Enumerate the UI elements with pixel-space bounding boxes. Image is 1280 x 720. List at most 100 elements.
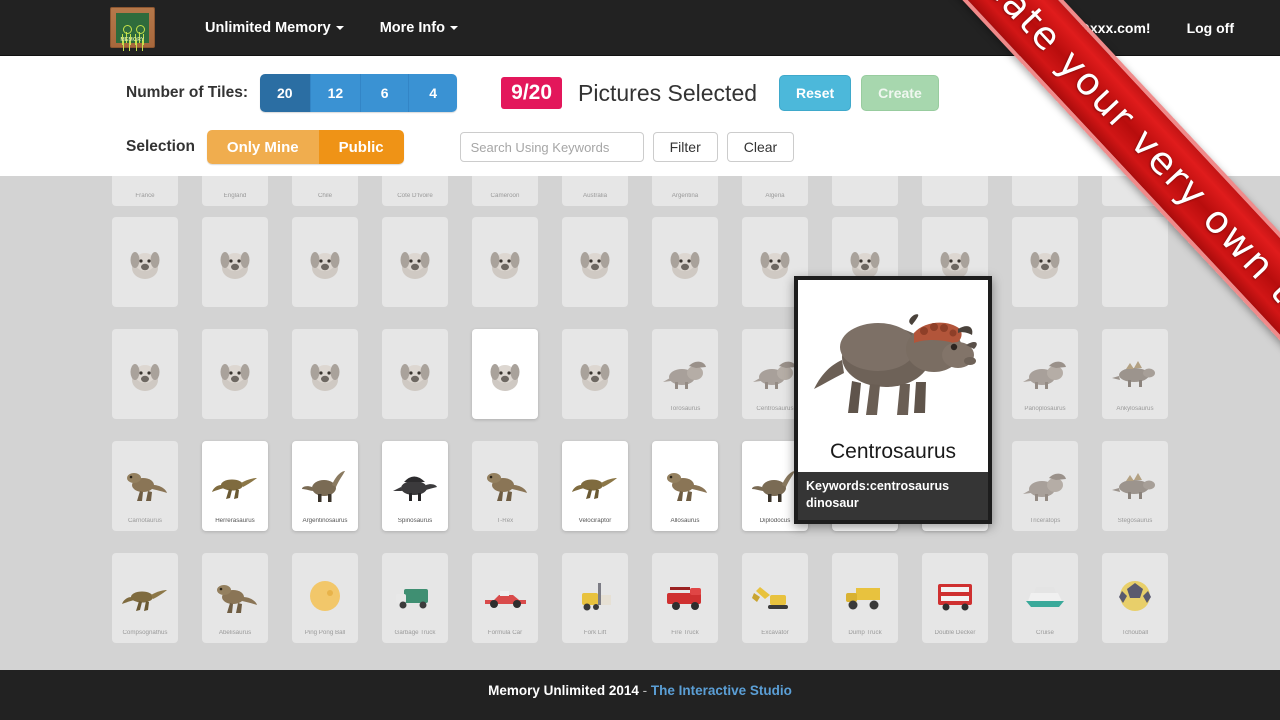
tile-cell: Excavator: [730, 542, 820, 654]
tile-excavator[interactable]: Excavator: [742, 553, 808, 643]
truck-fire-icon: [655, 561, 715, 630]
tile-item[interactable]: [1012, 217, 1078, 307]
tile-france[interactable]: France: [112, 176, 178, 206]
popup-keywords: Keywords:centrosaurus dinosaur: [798, 472, 988, 520]
tile-dump-truck[interactable]: Dump Truck: [832, 553, 898, 643]
tile-item[interactable]: [562, 217, 628, 307]
tile-carnotaurus[interactable]: Carnotaurus: [112, 441, 178, 531]
tile-fork-lift[interactable]: Fork Lift: [562, 553, 628, 643]
tile-cruise[interactable]: Cruise: [1012, 553, 1078, 643]
tile-cameroon[interactable]: Cameroon: [472, 176, 538, 206]
tile-count-20-button[interactable]: 20: [260, 74, 311, 112]
user-greeting[interactable]: Hello xxx@xxx.com!: [997, 0, 1169, 56]
tile-cell: Ankylosaurus: [1090, 318, 1180, 430]
selection-only-mine-button[interactable]: Only Mine: [206, 130, 319, 164]
tile-count-group: 20 12 6 4: [260, 74, 458, 112]
tile-cell: [550, 318, 640, 430]
tile-formula-car[interactable]: Formula Car: [472, 553, 538, 643]
tile-item[interactable]: [832, 176, 898, 206]
nav-item-more-info[interactable]: More Info: [362, 0, 476, 56]
popup-title: Centrosaurus: [829, 440, 957, 463]
tile-t-rex[interactable]: T-Rex: [472, 441, 538, 531]
tile-item[interactable]: [292, 329, 358, 419]
tile-item[interactable]: [922, 176, 988, 206]
tile-compsognathus[interactable]: Compsognathus: [112, 553, 178, 643]
tile-garbage-truck[interactable]: Garbage Truck: [382, 553, 448, 643]
tile-cote-d-ivoire[interactable]: Cote D'Ivoire: [382, 176, 448, 206]
tile-australia[interactable]: Australia: [562, 176, 628, 206]
tile-item[interactable]: [202, 329, 268, 419]
tile-algeria[interactable]: Algeria: [742, 176, 808, 206]
tile-cell: Cameroon: [460, 176, 550, 206]
tile-item[interactable]: [112, 329, 178, 419]
tile-caption: Fork Lift: [583, 630, 607, 637]
create-button[interactable]: Create: [861, 75, 939, 111]
tile-caption: Garbage Truck: [394, 630, 436, 637]
tile-argentinosaurus[interactable]: Argentinosaurus: [292, 441, 358, 531]
tile-velociraptor[interactable]: Velociraptor: [562, 441, 628, 531]
tile-cell: Double Decker: [910, 542, 1000, 654]
tile-ping-pong-ball[interactable]: Ping Pong Ball: [292, 553, 358, 643]
number-of-tiles-label: Number of Tiles:: [126, 84, 249, 101]
clear-button[interactable]: Clear: [726, 132, 795, 162]
tile-item[interactable]: [562, 329, 628, 419]
tile-item[interactable]: [112, 217, 178, 307]
tile-double-decker[interactable]: Double Decker: [922, 553, 988, 643]
filter-button[interactable]: Filter: [652, 132, 718, 162]
tile-item[interactable]: [1102, 217, 1168, 307]
tile-fire-truck[interactable]: Fire Truck: [652, 553, 718, 643]
tile-count-6-button[interactable]: 6: [361, 74, 410, 112]
tile-item[interactable]: [382, 329, 448, 419]
tile-cell: [1000, 176, 1090, 206]
tile-cell: Spinosaurus: [370, 430, 460, 542]
reset-button[interactable]: Reset: [779, 75, 852, 111]
tile-caption: Argentina: [671, 193, 699, 200]
tile-torosaurus[interactable]: Torosaurus: [652, 329, 718, 419]
tile-item[interactable]: [202, 217, 268, 307]
tile-item[interactable]: [472, 217, 538, 307]
tile-tchouball[interactable]: Tchouball: [1102, 553, 1168, 643]
tile-caption: Torosaurus: [669, 406, 701, 413]
tile-count-12-button[interactable]: 12: [310, 74, 362, 112]
tile-abelisaurus[interactable]: Abelisaurus: [202, 553, 268, 643]
tile-herrerasaurus[interactable]: Herrerasaurus: [202, 441, 268, 531]
tile-triceratops[interactable]: Triceratops: [1012, 441, 1078, 531]
tile-cell: [460, 318, 550, 430]
tile-preview-popup[interactable]: Centrosaurus Keywords:centrosaurus dinos…: [794, 276, 992, 524]
tile-cell: Argentinosaurus: [280, 430, 370, 542]
tile-cell: Algeria: [730, 176, 820, 206]
tile-cell: Dump Truck: [820, 542, 910, 654]
tile-caption: Allosaurus: [670, 518, 700, 525]
tile-panoplosaurus[interactable]: Panoplosaurus: [1012, 329, 1078, 419]
dino-panoplosaurus-icon: [1015, 337, 1075, 406]
tile-item[interactable]: [1102, 176, 1168, 206]
logoff-link[interactable]: Log off: [1169, 0, 1252, 56]
tile-grid-row: [100, 206, 1180, 318]
tile-ankylosaurus[interactable]: Ankylosaurus: [1102, 329, 1168, 419]
search-input[interactable]: [459, 132, 644, 162]
tiles-row: Number of Tiles: 20 12 6 4 9/20 Pictures…: [0, 72, 1280, 114]
tile-chile[interactable]: Chile: [292, 176, 358, 206]
tile-caption: Formula Car: [487, 630, 523, 637]
flag-england-icon: [205, 176, 265, 193]
tile-item[interactable]: [292, 217, 358, 307]
tile-stegosaurus[interactable]: Stegosaurus: [1102, 441, 1168, 531]
tile-count-4-button[interactable]: 4: [409, 74, 458, 112]
tile-allosaurus[interactable]: Allosaurus: [652, 441, 718, 531]
tile-argentina[interactable]: Argentina: [652, 176, 718, 206]
tile-caption: Herrerasaurus: [215, 518, 255, 525]
tile-item[interactable]: [1012, 176, 1078, 206]
tile-cell: Velociraptor: [550, 430, 640, 542]
tile-england[interactable]: England: [202, 176, 268, 206]
brand-logo-icon[interactable]: MEMORY: [110, 7, 155, 48]
dino-ankylosaurus-icon: [1105, 337, 1165, 406]
dino-abelisaurus-icon: [205, 561, 265, 630]
footer-studio-link[interactable]: The Interactive Studio: [651, 683, 792, 698]
nav-item-unlimited-memory[interactable]: Unlimited Memory: [187, 0, 362, 56]
selection-public-button[interactable]: Public: [318, 130, 404, 164]
tile-item[interactable]: [382, 217, 448, 307]
tile-item[interactable]: [472, 329, 538, 419]
tile-spinosaurus[interactable]: Spinosaurus: [382, 441, 448, 531]
bus-doubledecker-icon: [925, 561, 985, 630]
tile-item[interactable]: [652, 217, 718, 307]
